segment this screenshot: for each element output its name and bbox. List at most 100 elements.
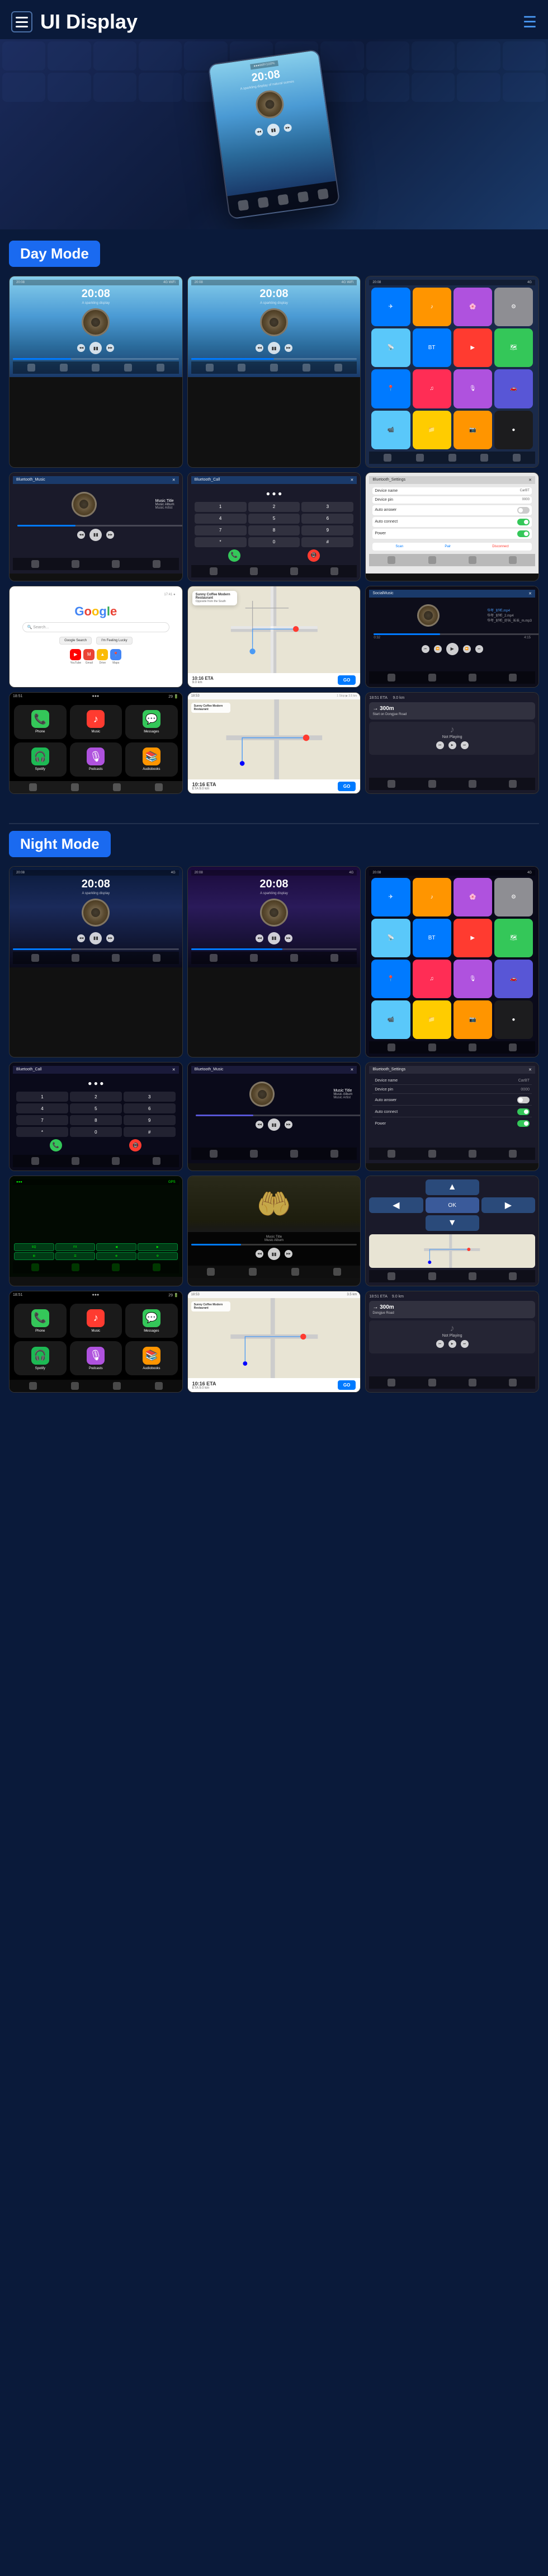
night-mini-next[interactable]: ⏭ (461, 1340, 469, 1348)
app-telegram[interactable]: ✈ (371, 288, 410, 326)
app-podcast[interactable]: 🎙 (453, 369, 492, 408)
night-mini-prev[interactable]: ⏮ (436, 1340, 444, 1348)
nav-down-btn[interactable]: ▼ (426, 1215, 479, 1231)
eq-btn-3[interactable]: ◀ (96, 1243, 136, 1251)
call-btn[interactable]: 📞 (228, 549, 240, 562)
night-dial-6[interactable]: 6 (124, 1103, 176, 1113)
night-app-6[interactable]: BT (413, 919, 451, 957)
nav-go-btn[interactable]: GO (338, 675, 356, 685)
app-waze[interactable]: 🗺 (494, 328, 533, 367)
play-2[interactable]: ▮▮ (268, 342, 280, 354)
night-auto-connect-toggle[interactable] (517, 1108, 530, 1115)
night-app-5[interactable]: 📡 (371, 919, 410, 957)
dial-star[interactable]: * (195, 537, 247, 547)
night-dial-4[interactable]: 4 (16, 1103, 68, 1113)
dial-8[interactable]: 8 (248, 525, 300, 535)
bt-disconnect-btn[interactable]: Disconnect (492, 545, 509, 548)
apps-nav-1[interactable] (384, 454, 391, 462)
prev-btn[interactable]: ◀◀ (254, 128, 263, 137)
night-cp-podcasts[interactable]: 🎙 Podcasts (70, 1341, 122, 1375)
dial-4[interactable]: 4 (195, 514, 247, 524)
dial-hash[interactable]: # (301, 537, 353, 547)
mini-next[interactable]: ⏭ (461, 741, 469, 749)
night-dial-9[interactable]: 9 (124, 1115, 176, 1125)
app-music[interactable]: ♪ (413, 288, 451, 326)
night-app-7[interactable]: ▶ (453, 919, 492, 957)
eq-btn-7[interactable]: ⊕ (96, 1252, 136, 1260)
bt-scan-btn[interactable]: Scan (395, 545, 403, 548)
night-cp-messages[interactable]: 💬 Messages (125, 1304, 178, 1338)
app-carplay[interactable]: 🚗 (494, 369, 533, 408)
eq-btn-4[interactable]: ▶ (138, 1243, 178, 1251)
app-wifi[interactable]: 📡 (371, 328, 410, 367)
cp-phone[interactable]: 📞 Phone (14, 705, 67, 739)
power-toggle[interactable] (517, 530, 530, 537)
hamburger-icon[interactable] (11, 11, 32, 32)
nav-icon-6[interactable] (206, 364, 214, 372)
photo-next[interactable]: ▶▶ (285, 1250, 292, 1258)
night-app-1[interactable]: ✈ (371, 878, 410, 916)
night-call-btn[interactable]: 📞 (50, 1139, 62, 1151)
night-dial-0[interactable]: 0 (70, 1127, 122, 1137)
dial-5[interactable]: 5 (248, 514, 300, 524)
night-cp-phone[interactable]: 📞 Phone (14, 1304, 67, 1338)
app-camera[interactable]: 📷 (453, 411, 492, 449)
bt-play[interactable]: ▮▮ (89, 529, 102, 541)
mini-play[interactable]: ▶ (448, 741, 456, 749)
night-app-12[interactable]: 🚗 (494, 960, 533, 998)
night-dial-star[interactable]: * (16, 1127, 68, 1137)
play-1[interactable]: ▮▮ (89, 342, 102, 354)
quick-youtube[interactable]: ▶ YouTube (70, 649, 81, 665)
quick-maps[interactable]: 📍 Maps (110, 649, 121, 665)
photo-play[interactable]: ▮▮ (268, 1248, 280, 1260)
nav-icon-9[interactable] (303, 364, 310, 372)
nav-icon-3[interactable] (92, 364, 100, 372)
night-dial-5[interactable]: 5 (70, 1103, 122, 1113)
nav-icon-8[interactable] (270, 364, 278, 372)
dial-6[interactable]: 6 (301, 514, 353, 524)
photo-prev[interactable]: ◀◀ (256, 1250, 263, 1258)
nav-up-btn[interactable]: ▲ (426, 1179, 479, 1195)
auto-answer-toggle[interactable] (517, 507, 530, 514)
apps-nav-4[interactable] (480, 454, 488, 462)
dial-0[interactable]: 0 (248, 537, 300, 547)
dial-2[interactable]: 2 (248, 502, 300, 512)
dial-1[interactable]: 1 (195, 502, 247, 512)
app-youtube[interactable]: ▶ (453, 328, 492, 367)
nav-right-btn[interactable]: ▶ (481, 1197, 535, 1213)
local-prev[interactable]: ⏮ (422, 645, 429, 653)
night-dial-2[interactable]: 2 (70, 1092, 122, 1102)
night-app-15[interactable]: 📷 (453, 1000, 492, 1039)
local-play[interactable]: ▶ (446, 643, 459, 655)
eq-btn-6[interactable]: ☰ (55, 1252, 96, 1260)
quick-drive[interactable]: ▲ Drive (97, 649, 108, 665)
dial-7[interactable]: 7 (195, 525, 247, 535)
night-next-2[interactable]: ▶▶ (285, 934, 292, 942)
night-prev-1[interactable]: ◀◀ (77, 934, 85, 942)
night-dial-1[interactable]: 1 (16, 1092, 68, 1102)
app-settings[interactable]: ⚙ (494, 288, 533, 326)
local-rew[interactable]: ⏪ (434, 645, 442, 653)
quick-mail[interactable]: M Gmail (83, 649, 95, 665)
cp-messages[interactable]: 💬 Messages (125, 705, 178, 739)
nav-icon-1[interactable] (27, 364, 35, 372)
cp-podcasts[interactable]: 🎙 Podcasts (70, 742, 122, 777)
night-play-2[interactable]: ▮▮ (268, 932, 280, 944)
night-app-8[interactable]: 🗺 (494, 919, 533, 957)
app-maps[interactable]: 📍 (371, 369, 410, 408)
prev-1[interactable]: ◀◀ (77, 344, 85, 352)
app-bt[interactable]: BT (413, 328, 451, 367)
night-cp-audio[interactable]: 📚 Audiobooks (125, 1341, 178, 1375)
cp-audiobooks[interactable]: 📚 Audiobooks (125, 742, 178, 777)
night-power-toggle[interactable] (517, 1120, 530, 1127)
night-hangup-btn[interactable]: 📵 (129, 1139, 141, 1151)
nav-icon[interactable]: ☰ (523, 13, 537, 31)
next-2[interactable]: ▶▶ (285, 344, 292, 352)
google-search-btn[interactable]: Google Search (59, 637, 92, 645)
track-3[interactable]: 华年_好听_好长_长长_m.mp3 (487, 618, 532, 623)
auto-connect-toggle[interactable] (517, 519, 530, 525)
night-app-16[interactable]: ● (494, 1000, 533, 1039)
app-files[interactable]: 📁 (413, 411, 451, 449)
night-auto-answer-toggle[interactable] (517, 1097, 530, 1103)
track-1[interactable]: 华年_好听.mp4 (487, 608, 532, 613)
